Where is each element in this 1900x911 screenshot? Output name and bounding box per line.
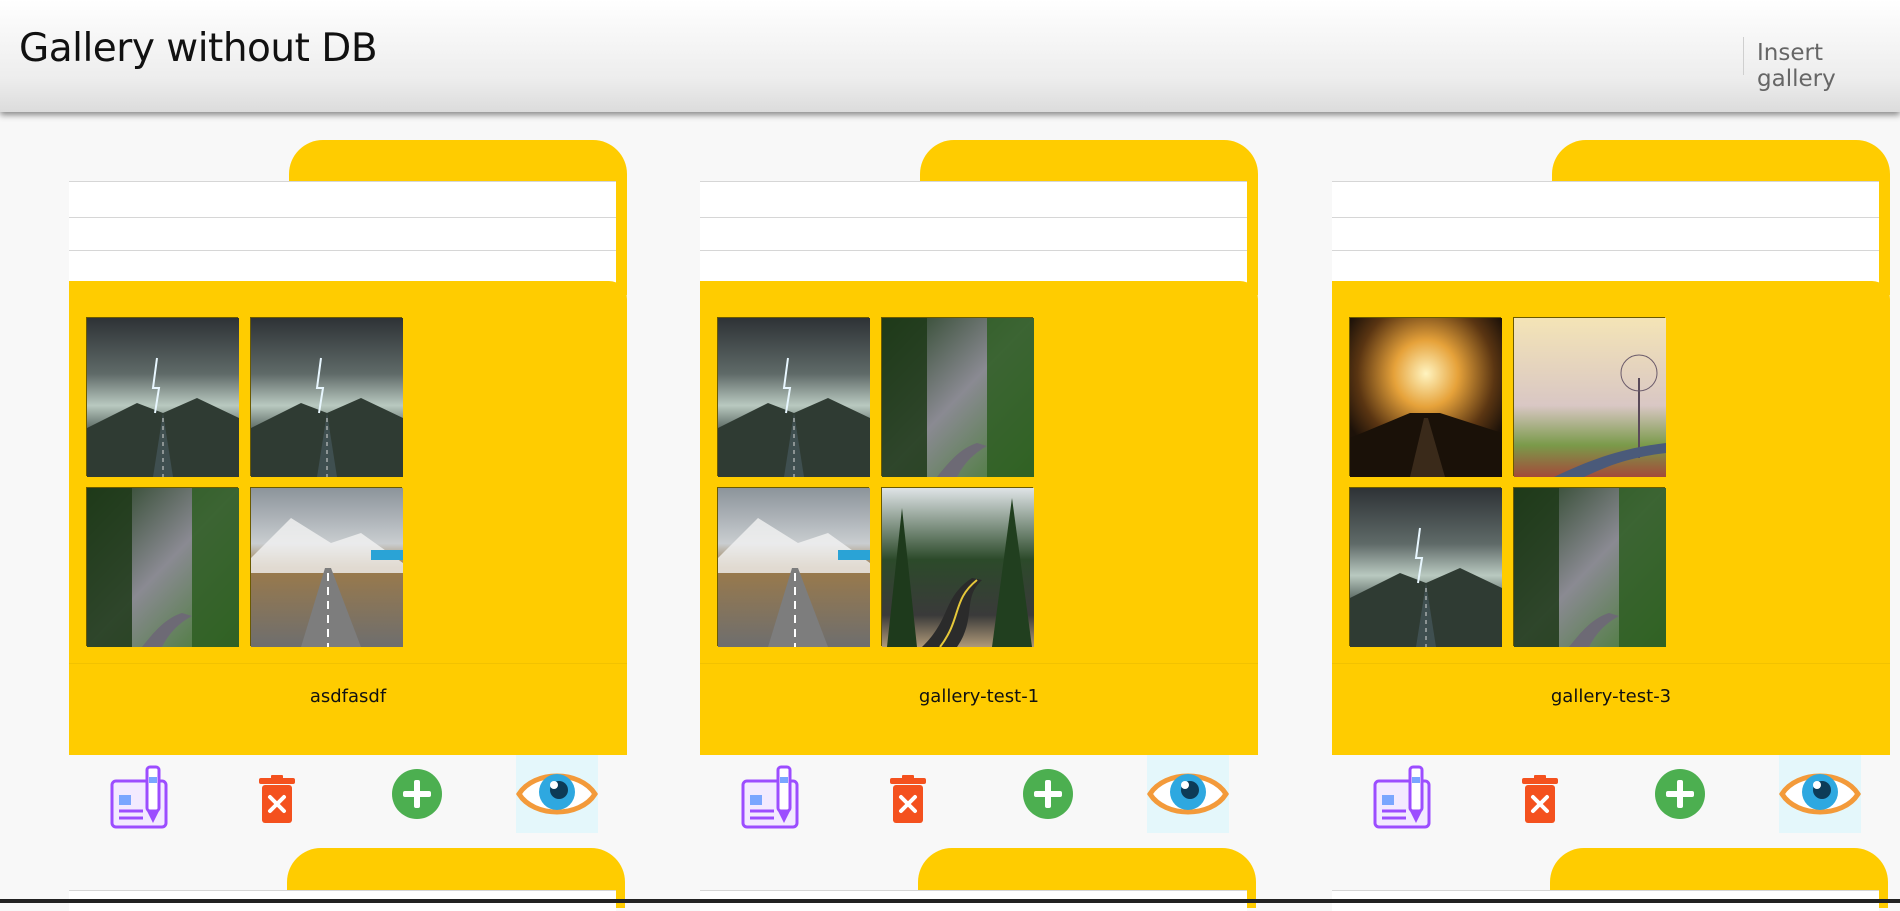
gallery-thumbnail[interactable]: [881, 317, 1034, 477]
nav-divider: [1743, 37, 1744, 75]
view-button[interactable]: [516, 755, 598, 837]
delete-button[interactable]: [1518, 775, 1562, 829]
gallery-thumbnail[interactable]: [881, 487, 1034, 648]
gallery-actions: [69, 755, 627, 840]
edit-icon: [740, 765, 804, 839]
gallery-card: gallery-test-1: [700, 140, 1260, 840]
gallery-thumbnail[interactable]: [250, 487, 403, 647]
delete-button[interactable]: [886, 775, 930, 829]
gallery-thumbnail[interactable]: [1349, 317, 1502, 477]
top-navbar: Gallery without DB Insert gallery: [0, 0, 1900, 112]
folder-papers: [700, 181, 1247, 291]
gallery-thumbnail[interactable]: [86, 487, 239, 647]
view-icon: [1147, 755, 1229, 837]
edit-button[interactable]: [1372, 763, 1436, 839]
bottom-edge: [0, 899, 1900, 903]
gallery-thumbnail[interactable]: [250, 317, 403, 477]
add-icon: [1022, 769, 1074, 824]
edit-button[interactable]: [740, 763, 804, 839]
delete-icon: [886, 775, 930, 829]
edit-icon: [1372, 765, 1436, 839]
view-button[interactable]: [1147, 755, 1229, 837]
gallery-name: asdfasdf: [309, 686, 387, 707]
edit-icon: [109, 765, 173, 839]
add-icon: [1654, 769, 1706, 824]
view-button[interactable]: [1779, 755, 1861, 837]
edit-button[interactable]: [109, 763, 173, 839]
gallery-actions: [700, 755, 1258, 840]
gallery-thumbnail[interactable]: [1349, 487, 1502, 647]
folder-papers: [1332, 181, 1879, 291]
gallery-thumbnail[interactable]: [1513, 317, 1666, 477]
gallery-card: gallery-test-3: [1332, 140, 1892, 840]
gallery-thumbnail[interactable]: [86, 317, 239, 477]
insert-gallery-link[interactable]: Insert gallery: [1757, 40, 1900, 92]
folder-body: gallery-test-1: [700, 281, 1258, 755]
gallery-thumbnail[interactable]: [717, 317, 870, 477]
delete-icon: [1518, 775, 1562, 829]
folder-papers: [69, 181, 616, 291]
add-button[interactable]: [1022, 768, 1074, 824]
gallery-thumbnail[interactable]: [1513, 487, 1666, 647]
gallery-actions: [1332, 755, 1890, 840]
view-icon: [1779, 755, 1861, 837]
delete-icon: [255, 775, 299, 829]
view-icon: [516, 755, 598, 837]
add-icon: [391, 769, 443, 824]
delete-button[interactable]: [255, 775, 299, 829]
gallery-name: gallery-test-3: [1550, 686, 1672, 707]
brand-title[interactable]: Gallery without DB: [19, 26, 378, 71]
add-button[interactable]: [391, 768, 443, 824]
add-button[interactable]: [1654, 768, 1706, 824]
folder-body: asdfasdf: [69, 281, 627, 755]
gallery-thumbnail[interactable]: [717, 487, 870, 647]
gallery-name: gallery-test-1: [918, 686, 1040, 707]
folder-body: gallery-test-3: [1332, 281, 1890, 755]
gallery-card: asdfasdf: [69, 140, 629, 840]
